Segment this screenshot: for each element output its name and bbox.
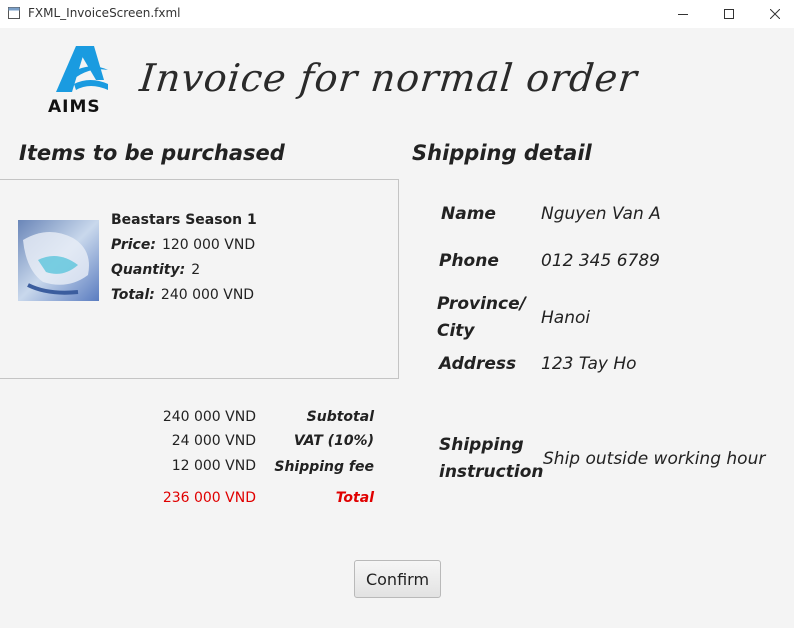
app-window-icon (8, 7, 20, 19)
item-price-row: Price: 120 000 VND (111, 237, 255, 253)
shipping-heading: Shipping detail (412, 141, 592, 165)
item-image-icon (18, 220, 99, 301)
shipping-phone-value: 012 345 6789 (541, 251, 660, 271)
shipping-province-label: Province/ City (437, 291, 526, 345)
item-quantity-label: Quantity: (111, 262, 186, 278)
total-label: Total (335, 490, 374, 506)
item-total-label: Total: (111, 287, 155, 303)
minimize-icon (678, 14, 688, 15)
item-quantity-row: Quantity: 2 (111, 262, 200, 278)
window-title: FXML_InvoiceScreen.fxml (28, 6, 181, 20)
item-name: Beastars Season 1 (111, 212, 257, 228)
item-total-row: Total: 240 000 VND (111, 287, 254, 303)
items-list: Beastars Season 1 Price: 120 000 VND Quan… (0, 179, 399, 379)
shipping-name-label: Name (441, 204, 496, 224)
maximize-icon (724, 9, 734, 19)
page-title: Invoice for normal order (137, 56, 640, 100)
items-heading: Items to be purchased (19, 141, 285, 165)
shipping-address-label: Address (439, 354, 517, 374)
shipping-address-value: 123 Tay Ho (541, 354, 637, 374)
shipping-province-value: Hanoi (541, 308, 591, 328)
shipping-province-label-line1: Province/ (437, 294, 526, 314)
shipping-phone-label: Phone (439, 251, 499, 271)
maximize-button[interactable] (706, 0, 752, 28)
subtotal-label: Subtotal (306, 409, 374, 425)
shipping-instruction-label: Shipping instruction (439, 432, 543, 486)
item-price: 120 000 VND (161, 237, 256, 253)
shipping-name-value: Nguyen Van A (541, 204, 661, 224)
shipping-instruction-label-line2: instruction (439, 462, 544, 482)
minimize-button[interactable] (660, 0, 706, 28)
item-thumbnail (18, 220, 99, 301)
logo-text: AIMS (48, 97, 101, 117)
item-price-label: Price: (111, 237, 156, 253)
item-quantity: 2 (191, 262, 201, 278)
vat-label: VAT (10%) (293, 433, 374, 449)
close-icon (770, 9, 780, 19)
close-button[interactable] (752, 0, 794, 28)
shipping-instruction-value: Ship outside working hour (543, 449, 766, 469)
shipping-instruction-label-line1: Shipping (439, 435, 524, 455)
shipping-province-label-line2: City (437, 321, 475, 341)
window-titlebar: FXML_InvoiceScreen.fxml (0, 0, 794, 28)
item-total: 240 000 VND (160, 287, 255, 303)
shipping-fee-label: Shipping fee (274, 459, 374, 475)
confirm-button[interactable]: Confirm (354, 560, 441, 598)
